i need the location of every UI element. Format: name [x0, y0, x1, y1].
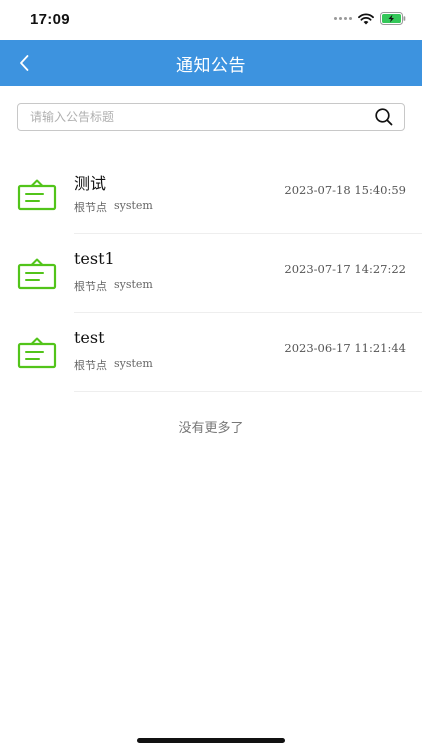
notice-date: 2023-07-18 15:40:59 [284, 183, 406, 197]
notice-author: system [114, 278, 153, 291]
notice-meta: 根节点 system [74, 357, 153, 373]
back-button[interactable] [14, 52, 36, 74]
notice-author: system [114, 357, 153, 370]
notice-department: 根节点 [74, 201, 107, 214]
notice-content: 测试 根节点 system 2023-07-18 15:40:59 [74, 155, 422, 234]
notice-title: test [74, 328, 105, 347]
notice-date: 2023-06-17 11:21:44 [284, 341, 406, 355]
notice-title: 测试 [74, 174, 107, 193]
notice-meta: 根节点 system [74, 199, 153, 215]
notice-department: 根节点 [74, 359, 107, 372]
list-item[interactable]: test1 根节点 system 2023-07-17 14:27:22 [0, 234, 422, 313]
battery-charging-icon [380, 12, 406, 25]
search-input[interactable] [30, 110, 374, 124]
navigation-bar: 通知公告 [0, 40, 422, 86]
notice-meta: 根节点 system [74, 278, 153, 294]
notice-content: test1 根节点 system 2023-07-17 14:27:22 [74, 234, 422, 313]
notice-board-icon [0, 155, 74, 234]
notice-department: 根节点 [74, 280, 107, 293]
notice-date: 2023-07-17 14:27:22 [284, 262, 406, 276]
status-icons [334, 12, 406, 25]
chevron-left-icon [20, 55, 29, 71]
notice-list: 测试 根节点 system 2023-07-18 15:40:59 test1 … [0, 155, 422, 392]
signal-icon [334, 17, 352, 20]
notice-author: system [114, 199, 153, 212]
status-bar: 17:09 [0, 0, 422, 40]
search-box [17, 103, 405, 131]
no-more-text: 没有更多了 [178, 421, 244, 436]
list-item[interactable]: test 根节点 system 2023-06-17 11:21:44 [0, 313, 422, 392]
notice-board-icon [0, 313, 74, 392]
list-item[interactable]: 测试 根节点 system 2023-07-18 15:40:59 [0, 155, 422, 234]
page-title: 通知公告 [176, 55, 246, 76]
status-time: 17:09 [30, 11, 70, 28]
wifi-icon [358, 12, 374, 25]
notice-content: test 根节点 system 2023-06-17 11:21:44 [74, 313, 422, 392]
search-icon[interactable] [374, 107, 394, 127]
search-area [0, 86, 422, 131]
home-indicator [137, 738, 285, 743]
notice-board-icon [0, 234, 74, 313]
notice-title: test1 [74, 249, 115, 268]
